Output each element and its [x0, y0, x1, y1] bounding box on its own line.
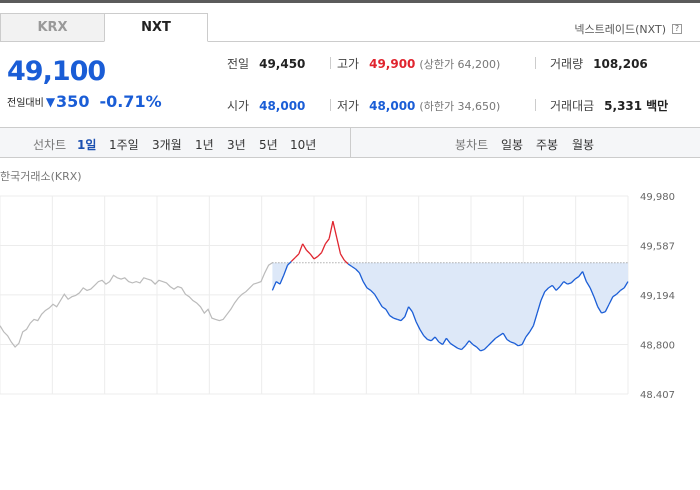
tab-krx[interactable]: KRX — [0, 13, 104, 42]
price-segment-up — [294, 253, 300, 259]
stat-value: 5,331 — [604, 98, 643, 113]
current-price: 49,100 — [7, 56, 106, 87]
price-chart: 49,980 49,587 49,194 48,800 48,407 — [0, 192, 675, 398]
tab-nxt[interactable]: NXT — [104, 13, 208, 42]
price-segment-up — [305, 249, 311, 255]
stat-value: 108,206 — [593, 56, 648, 71]
stat-open: 시가 48,000 — [227, 97, 305, 114]
down-triangle-icon: ▼ — [45, 94, 56, 109]
price-segment-up — [317, 252, 323, 257]
divider — [330, 99, 331, 111]
stat-value: 49,450 — [259, 56, 306, 71]
stat-prev-close: 전일 49,450 — [227, 55, 305, 72]
period-3m[interactable]: 3개월 — [152, 136, 182, 153]
stat-label: 거래대금 — [550, 99, 595, 113]
candle-weekly[interactable]: 주봉 — [536, 136, 558, 153]
stat-value: 48,000 — [369, 98, 416, 113]
y-tick-label: 49,980 — [640, 192, 675, 203]
stat-volume: 거래량 108,206 — [550, 55, 648, 72]
period-3y[interactable]: 3년 — [227, 136, 246, 153]
period-1w[interactable]: 1주일 — [109, 136, 139, 153]
stat-unit: 백만 — [646, 99, 669, 113]
stat-label: 고가 — [337, 57, 360, 71]
chart-toolbar: 선차트 1일 1주일 3개월 1년 3년 5년 10년 봉차트 일봉 주봉 월봉 — [0, 127, 700, 158]
stat-label: 전일 — [227, 57, 250, 71]
period-10y[interactable]: 10년 — [290, 136, 316, 153]
candle-monthly[interactable]: 월봉 — [572, 136, 594, 153]
y-tick-label: 48,800 — [640, 341, 675, 352]
divider — [535, 99, 536, 111]
stat-sub: (상한가 64,200) — [419, 57, 501, 71]
price-segment-up — [324, 238, 330, 245]
change-rate: -0.71% — [99, 92, 162, 111]
stat-label: 거래량 — [550, 57, 584, 71]
price-segment-up — [302, 243, 307, 251]
period-5y[interactable]: 5년 — [259, 136, 278, 153]
previous-session-line — [0, 262, 273, 348]
period-1y[interactable]: 1년 — [195, 136, 214, 153]
price-change: 전일대비 ▼ 350 -0.71% — [7, 92, 162, 111]
below-reference-fill — [272, 262, 628, 351]
candle-daily[interactable]: 일봉 — [501, 136, 523, 153]
price-segment-up — [290, 257, 296, 262]
candle-chart-title: 봉차트 — [455, 138, 489, 152]
stat-high: 고가 49,900 (상한가 64,200) — [337, 55, 500, 72]
price-segment-up — [313, 255, 319, 260]
exchange-label: 넥스트레이드(NXT) — [574, 23, 666, 36]
price-segment-up — [339, 253, 345, 261]
stat-sub: (하한가 34,650) — [419, 99, 501, 113]
y-tick-label: 49,587 — [640, 241, 675, 252]
line-chart-title: 선차트 — [33, 138, 67, 152]
market-tabs: KRX NXT — [0, 13, 208, 42]
price-segment-up — [328, 221, 334, 239]
period-1d[interactable]: 1일 — [77, 136, 96, 153]
stat-value: 48,000 — [259, 98, 306, 113]
change-amount: 350 — [56, 92, 90, 111]
y-tick-label: 49,194 — [640, 291, 675, 302]
tab-divider — [208, 41, 700, 42]
exchange-info: 넥스트레이드(NXT) ? — [574, 21, 682, 37]
help-icon[interactable]: ? — [672, 24, 682, 34]
price-segment-up — [343, 259, 349, 265]
divider — [330, 57, 331, 69]
top-border — [0, 0, 700, 3]
toolbar-divider — [350, 128, 351, 158]
chart-title: 한국거래소(KRX) — [0, 170, 82, 183]
price-segment-up — [332, 221, 338, 238]
change-label: 전일대비 — [7, 98, 44, 109]
divider — [535, 57, 536, 69]
price-segment-up — [309, 253, 315, 260]
stat-label: 저가 — [337, 99, 360, 113]
y-tick-label: 48,407 — [640, 390, 675, 398]
stat-label: 시가 — [227, 99, 250, 113]
stat-value: 49,900 — [369, 56, 416, 71]
y-axis: 49,980 49,587 49,194 48,800 48,407 — [640, 192, 675, 398]
stat-amount: 거래대금 5,331 백만 — [550, 97, 668, 114]
stat-low: 저가 48,000 (하한가 34,650) — [337, 97, 500, 114]
